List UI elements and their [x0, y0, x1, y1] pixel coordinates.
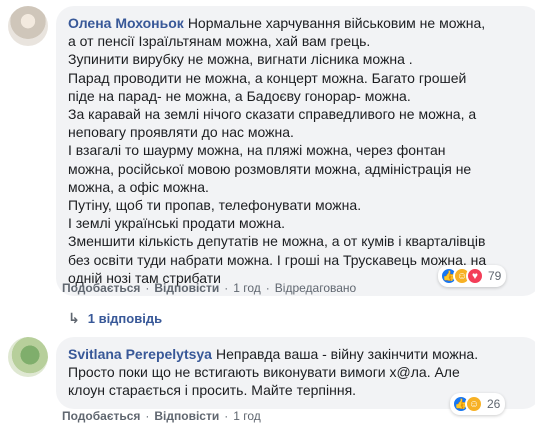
- separator: ·: [224, 281, 229, 295]
- timestamp[interactable]: 1 год: [233, 281, 261, 295]
- comment-text-line: Неправда ваша - війну закінчити можна.: [215, 346, 479, 362]
- comment-author[interactable]: Олена Мохоньок: [68, 15, 184, 31]
- comment-text-line: без освіти туди набрати можна. І гроші н…: [68, 251, 487, 268]
- separator: ·: [265, 281, 270, 295]
- comment-actions: Подобається · Відповісти · 1 год: [62, 409, 261, 423]
- reaction-count: 26: [487, 397, 501, 411]
- reply-button[interactable]: Відповісти: [154, 281, 219, 295]
- reaction-summary[interactable]: 👍 ☺ ♥ 79: [438, 265, 507, 287]
- love-icon: ♥: [466, 267, 484, 285]
- view-replies-link[interactable]: ↳ 1 відповідь: [68, 310, 162, 327]
- comment-text-line: клоун старається і просить. Майте терпін…: [68, 382, 357, 399]
- comment-text-line: Зменшити кількість депутатів не можна, а…: [68, 233, 486, 250]
- comment-text-line: піде на парад- не можна, а Бадоєву гонор…: [68, 87, 411, 104]
- reaction-summary[interactable]: 👍 ☺ 26: [450, 393, 506, 415]
- comment-text-line: а от пенсії Ізраїльтянам можна, хай вам …: [68, 33, 371, 50]
- like-button[interactable]: Подобається: [62, 409, 140, 423]
- comment-text-line: І взагалі то шаурму можна, на пляжі можн…: [68, 142, 446, 159]
- comment-author[interactable]: Svitlana Perepelytsya: [68, 346, 212, 362]
- comment-text-line: Парад проводити не можна, а концерт можн…: [68, 69, 467, 86]
- comment-text-line: можна, а офіс можна.: [68, 178, 209, 195]
- comment-text-line: Просто поки що не встигають виконувати в…: [68, 364, 460, 381]
- edited-label: Відредаговано: [274, 281, 357, 295]
- haha-icon: ☺: [465, 395, 483, 413]
- reply-button[interactable]: Відповісти: [154, 409, 219, 423]
- comment-1: Олена Мохоньок Нормальне харчування війсь…: [8, 6, 535, 297]
- comment-text-line: Нормальне харчування військовим не можна…: [187, 15, 486, 31]
- avatar[interactable]: [8, 6, 48, 46]
- comment-text-line: Путіну, щоб ти пропав, телефонувати можн…: [68, 197, 362, 214]
- timestamp[interactable]: 1 год: [233, 409, 261, 423]
- comment-actions: Подобається · Відповісти · 1 год · Відре…: [62, 281, 356, 295]
- reaction-count: 79: [488, 269, 502, 283]
- comment-text-line: Зупинити вирубку не можна, вигнати лісни…: [68, 51, 413, 68]
- separator: ·: [224, 409, 229, 423]
- comment-bubble: Олена Мохоньок Нормальне харчування війсь…: [56, 6, 535, 297]
- replies-count-label: 1 відповідь: [87, 311, 163, 326]
- comment-text-line: можна, російської мовою розмовляти можна…: [68, 160, 472, 177]
- like-button[interactable]: Подобається: [62, 281, 140, 295]
- comment-text-line: неповагу проявляти до нас можна.: [68, 124, 294, 141]
- comment-text-line: І землі українські продати можна.: [68, 215, 285, 232]
- comment-text-line: За каравай на землі нічого сказати справ…: [68, 106, 477, 123]
- reply-arrow-icon: ↳: [68, 310, 80, 326]
- separator: ·: [145, 281, 150, 295]
- avatar[interactable]: [8, 337, 48, 377]
- separator: ·: [145, 409, 150, 423]
